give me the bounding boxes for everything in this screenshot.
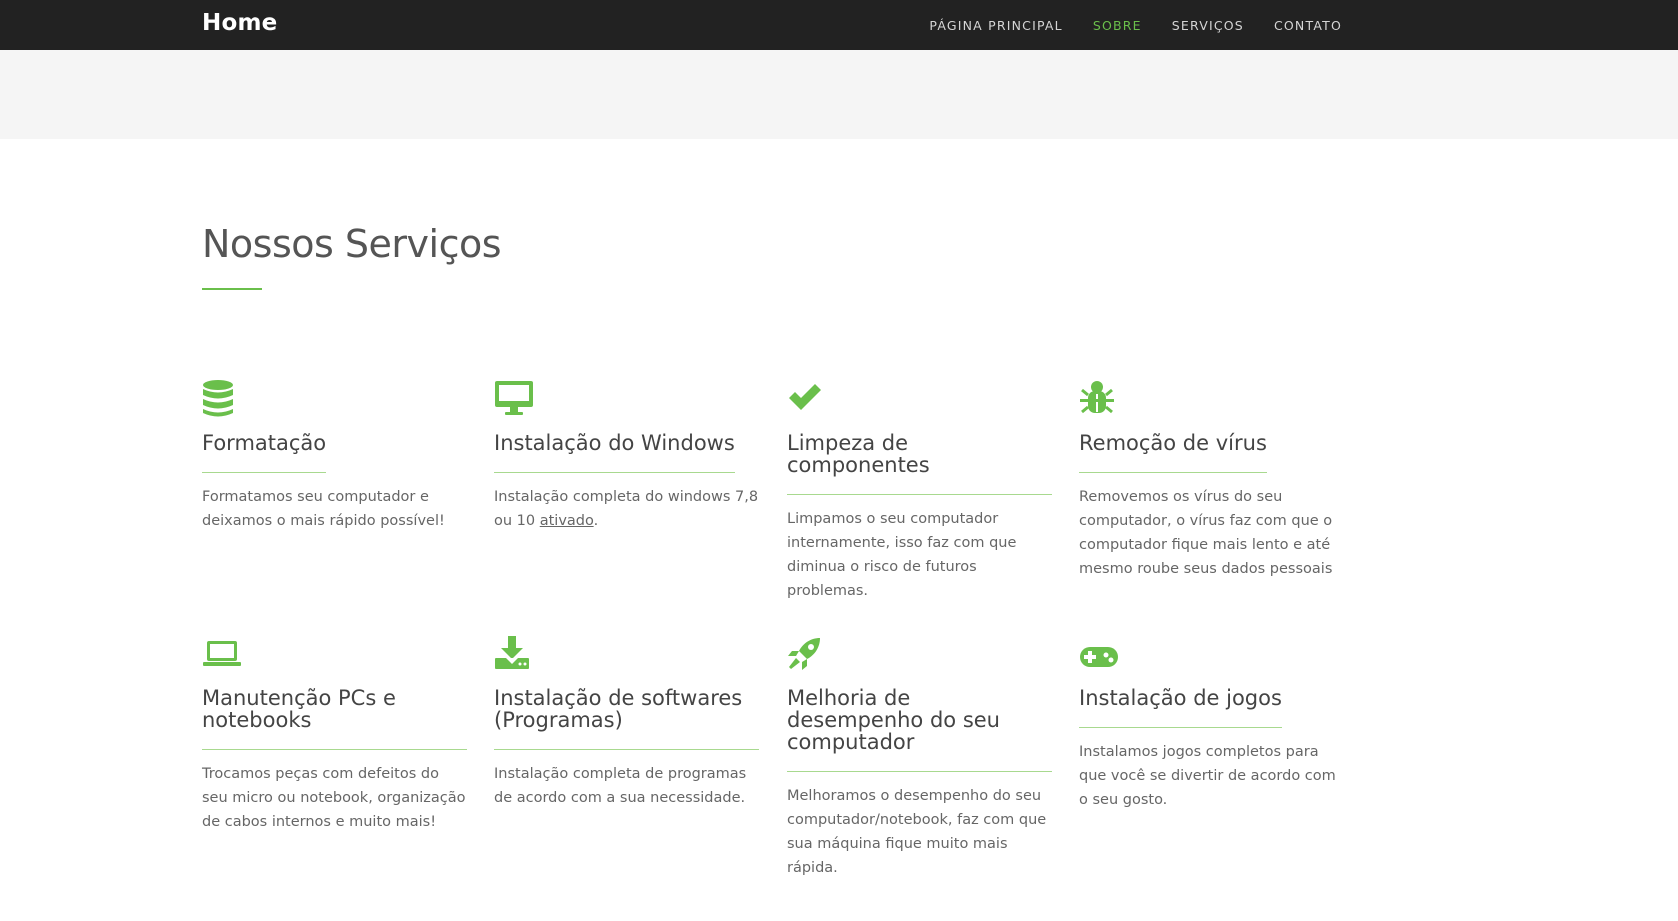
service-card-instalacao-windows: Instalação do Windows Instalação complet…: [494, 380, 759, 533]
service-title: Manutenção PCs e notebooks: [202, 687, 467, 750]
service-description: Formatamos seu computador e deixamos o m…: [202, 489, 445, 529]
service-title: Instalação do Windows: [494, 432, 735, 473]
download-icon: [494, 635, 759, 675]
desktop-icon: [494, 380, 759, 420]
service-title: Instalação de softwares (Programas): [494, 687, 759, 750]
service-title: Remoção de vírus: [1079, 432, 1267, 473]
service-card-formatacao: Formatação Formatamos seu computador e d…: [202, 380, 467, 533]
service-card-manutencao: Manutenção PCs e notebooks Trocamos peça…: [202, 635, 467, 834]
service-description: Removemos os vírus do seu computador, o …: [1079, 489, 1333, 577]
gamepad-icon: [1079, 635, 1344, 675]
rocket-icon: [787, 635, 1052, 675]
service-card-softwares: Instalação de softwares (Programas) Inst…: [494, 635, 759, 810]
header-band: [0, 50, 1678, 139]
service-title: Limpeza de componentes: [787, 432, 1052, 495]
nav-sobre[interactable]: SOBRE: [1093, 18, 1142, 33]
description-text-end: .: [593, 513, 599, 529]
database-icon: [202, 380, 467, 420]
service-description: Instalação completa de programas de acor…: [494, 766, 747, 806]
laptop-icon: [202, 635, 467, 675]
service-description: Instalamos jogos completos para que você…: [1079, 744, 1336, 808]
description-text: Instalação completa do windows 7,8 ou 10: [494, 489, 759, 529]
service-card-remocao-virus: Remoção de vírus Removemos os vírus do s…: [1079, 380, 1344, 581]
service-card-jogos: Instalação de jogos Instalamos jogos com…: [1079, 635, 1344, 812]
top-navbar: Home PÁGINA PRINCIPAL SOBRE SERVIÇOS CON…: [0, 0, 1678, 50]
service-title: Melhoria de desempenho do seu computador: [787, 687, 1052, 772]
service-card-limpeza: Limpeza de componentes Limpamos o seu co…: [787, 380, 1052, 603]
service-card-desempenho: Melhoria de desempenho do seu computador…: [787, 635, 1052, 880]
service-description: Limpamos o seu computador internamente, …: [787, 511, 1017, 599]
nav-pagina-principal[interactable]: PÁGINA PRINCIPAL: [929, 18, 1062, 33]
bug-icon: [1079, 380, 1344, 420]
service-description: Trocamos peças com defeitos do seu micro…: [202, 766, 466, 830]
section-title: Nossos Serviços: [202, 222, 502, 266]
nav-servicos[interactable]: SERVIÇOS: [1172, 18, 1244, 33]
service-title: Instalação de jogos: [1079, 687, 1282, 728]
title-divider: [202, 288, 262, 290]
nav-contato[interactable]: CONTATO: [1274, 18, 1342, 33]
service-title: Formatação: [202, 432, 327, 473]
service-description: Melhoramos o desempenho do seu computado…: [787, 788, 1047, 876]
check-icon: [787, 380, 1052, 420]
service-description: Instalação completa do windows 7,8 ou 10…: [494, 485, 759, 533]
brand-home-link[interactable]: Home: [202, 10, 277, 36]
main-nav: PÁGINA PRINCIPAL SOBRE SERVIÇOS CONTATO: [929, 0, 1342, 50]
ativado-link[interactable]: ativado: [540, 513, 594, 529]
